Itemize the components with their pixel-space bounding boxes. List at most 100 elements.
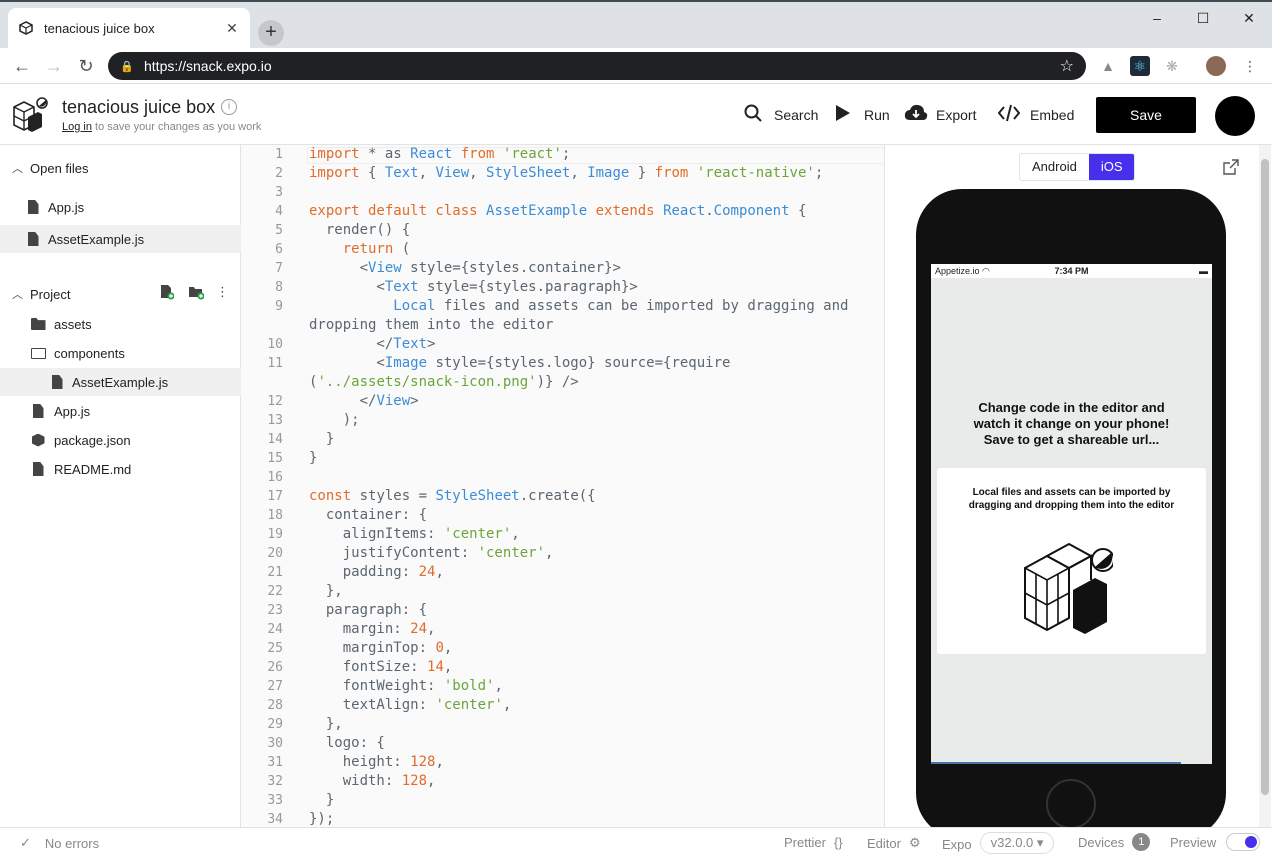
chevron-up-icon: ︿ [12, 289, 23, 301]
new-file-icon[interactable] [160, 284, 175, 300]
devices-button[interactable]: Devices 1 [1078, 833, 1151, 851]
tree-item-components[interactable]: components [0, 339, 241, 367]
tree-item-label: assets [54, 316, 92, 332]
screen-bottom-line [931, 762, 1181, 764]
preview-toggle[interactable]: Preview [1170, 833, 1261, 851]
tab-title: tenacious juice box [44, 20, 155, 36]
open-files-label: Open files [30, 160, 89, 176]
js-file-icon [26, 199, 40, 215]
scrollbar-thumb[interactable] [1261, 159, 1269, 795]
project-header[interactable]: ︿ Project ⋮ [0, 279, 241, 309]
code-line: </Text> [309, 336, 436, 352]
run-label: Run [864, 107, 890, 123]
chrome-menu-icon[interactable]: ⋮ [1240, 56, 1260, 76]
code-line: export default class AssetExample extend… [309, 203, 807, 219]
open-file-label: App.js [48, 199, 85, 215]
tab-close-icon[interactable]: ✕ [224, 20, 240, 36]
tree-item-readme[interactable]: README.md [0, 455, 241, 483]
home-button[interactable] [1046, 779, 1096, 829]
code-line: justifyContent: 'center', [309, 545, 554, 561]
open-files-header[interactable]: ︿ Open files [0, 153, 241, 183]
code-line: import * as React from 'react'; [309, 146, 571, 162]
open-external-icon[interactable] [1223, 159, 1239, 175]
minimize-button[interactable]: – [1134, 6, 1180, 32]
open-file-app-js[interactable]: App.js [0, 193, 241, 221]
card-text: Local files and assets can be imported b… [968, 487, 1175, 511]
extension-icon[interactable]: ❋ [1162, 56, 1182, 76]
devices-count-badge: 1 [1132, 833, 1151, 851]
project-label: Project [30, 286, 71, 302]
react-devtools-icon[interactable]: ⚛ [1130, 56, 1150, 76]
back-arrow-icon[interactable]: ← [10, 54, 34, 78]
export-label: Export [936, 107, 977, 123]
code-line: logo: { [309, 735, 385, 751]
code-line: dropping them into the editor [309, 317, 554, 333]
editor-label: Editor [867, 835, 901, 851]
drive-extension-icon[interactable]: ▲ [1098, 56, 1118, 76]
tree-item-package-json[interactable]: package.json [0, 426, 241, 454]
code-line: fontWeight: 'bold', [309, 678, 503, 694]
expo-version-selector[interactable]: Expo v32.0.0 ▾ [942, 832, 1055, 854]
code-line: margin: 24, [309, 621, 436, 637]
package-icon [30, 432, 46, 448]
code-line: marginTop: 0, [309, 640, 453, 656]
check-icon: ✓ [20, 835, 31, 850]
search-button[interactable]: Search [742, 103, 818, 127]
expo-label: Expo [942, 837, 972, 852]
js-file-icon [30, 403, 46, 419]
ios-tab[interactable]: iOS [1088, 154, 1135, 180]
tree-item-asset-example[interactable]: AssetExample.js [0, 368, 241, 396]
user-avatar[interactable] [1215, 96, 1255, 136]
code-line: Local files and assets can be imported b… [393, 298, 849, 314]
profile-avatar-icon[interactable] [1206, 56, 1226, 76]
battery-icon: ▬ [1199, 266, 1208, 276]
project-title[interactable]: tenacious juice box [62, 97, 215, 118]
sdk-version-dropdown[interactable]: v32.0.0 ▾ [979, 832, 1055, 854]
device-preview-panel: Android iOS Appetize.io ◠ 7:34 PM ▬ Chan… [884, 145, 1272, 839]
login-link[interactable]: Log in [62, 121, 92, 133]
save-button[interactable]: Save [1096, 97, 1196, 133]
code-line: } [309, 450, 318, 466]
preview-scrollbar[interactable] [1259, 145, 1271, 827]
embed-button[interactable]: Embed [997, 103, 1075, 127]
browser-tab[interactable]: tenacious juice box ✕ [8, 8, 250, 48]
maximize-button[interactable]: ☐ [1180, 6, 1226, 32]
new-tab-button[interactable]: + [258, 20, 284, 46]
code-line: }, [309, 716, 343, 732]
open-file-label: AssetExample.js [48, 231, 145, 247]
android-tab[interactable]: Android [1020, 154, 1089, 180]
error-status[interactable]: ✓ No errors [20, 835, 99, 851]
snack-logo-icon[interactable] [10, 95, 50, 135]
cloud-download-icon [904, 104, 928, 127]
code-icon [997, 104, 1021, 127]
code-line: <View style={styles.container}> [309, 260, 621, 276]
address-bar[interactable]: 🔒 https://snack.expo.io ☆ [108, 52, 1086, 80]
asset-example-card: Local files and assets can be imported b… [937, 468, 1206, 654]
bookmark-star-icon[interactable]: ☆ [1060, 56, 1074, 76]
code-line: }); [309, 811, 335, 827]
login-prompt: Log in to save your changes as you work [62, 121, 261, 133]
export-button[interactable]: Export [904, 103, 976, 127]
code-editor[interactable]: 1 2 3 4 5 6 7 8 9 10 11 12 13 14 15 16 17 18 19 20 21 22 23 24 2… [241, 145, 884, 827]
forward-arrow-icon[interactable]: → [42, 54, 66, 78]
tree-item-assets[interactable]: assets [0, 310, 241, 338]
code-line: textAlign: 'center', [309, 697, 512, 713]
phone-status-bar: Appetize.io ◠ 7:34 PM ▬ [931, 264, 1212, 278]
preview-switch[interactable] [1226, 833, 1261, 851]
tree-item-app-js[interactable]: App.js [0, 397, 241, 425]
browser-tab-bar: tenacious juice box ✕ + – ☐ ✕ [0, 0, 1272, 48]
lock-icon: 🔒 [120, 60, 134, 73]
search-label: Search [774, 107, 819, 123]
more-options-icon[interactable]: ⋮ [216, 284, 230, 300]
info-icon[interactable]: i [221, 99, 237, 115]
reload-icon[interactable]: ↻ [74, 54, 98, 78]
prettier-button[interactable]: Prettier {} [784, 835, 843, 850]
close-window-button[interactable]: ✕ [1226, 6, 1272, 32]
run-button[interactable]: Run [832, 103, 890, 127]
editor-settings-button[interactable]: Editor ⚙ [867, 835, 921, 851]
new-folder-icon[interactable] [188, 284, 205, 300]
embed-label: Embed [1030, 107, 1075, 123]
phone-screen[interactable]: Appetize.io ◠ 7:34 PM ▬ Change code in t… [931, 264, 1212, 764]
open-file-asset-example[interactable]: AssetExample.js [0, 225, 241, 253]
code-line: padding: 24, [309, 564, 444, 580]
